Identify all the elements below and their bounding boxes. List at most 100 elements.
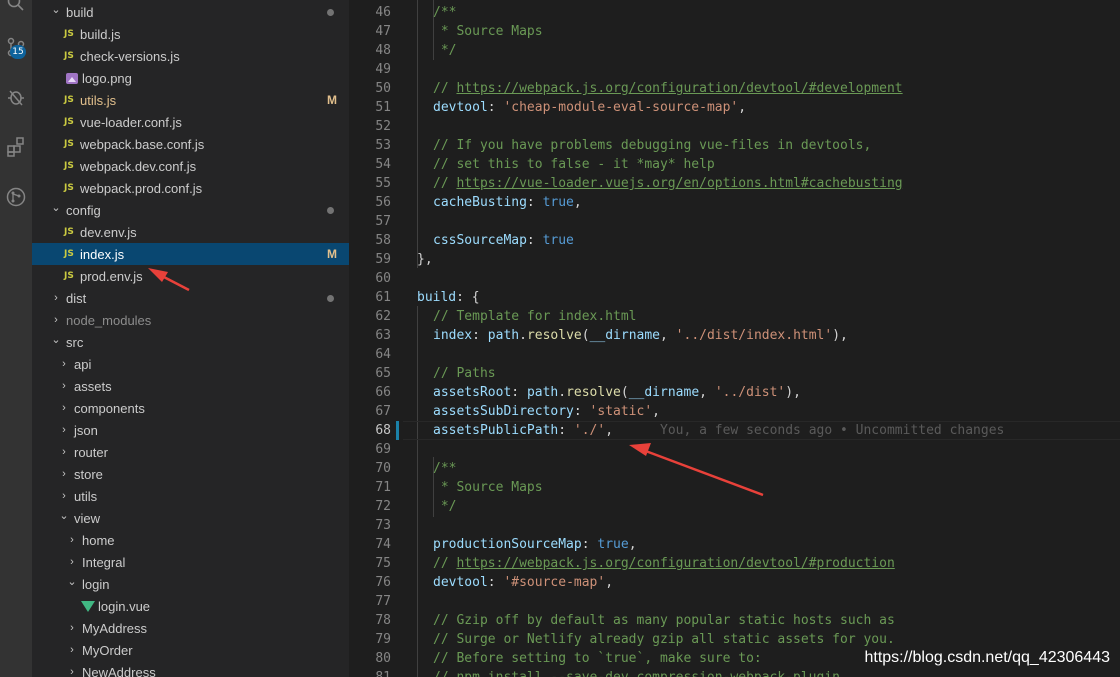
code-line[interactable]: 75 // https://webpack.js.org/configuratio… (349, 554, 1120, 573)
code-token: assetsRoot (433, 385, 512, 400)
code-line[interactable]: 71 * Source Maps (349, 478, 1120, 497)
code-line[interactable]: 52 (349, 117, 1120, 136)
code-line[interactable]: 65 // Paths (349, 364, 1120, 383)
chevron-right-icon[interactable]: › (66, 661, 78, 677)
code-line[interactable]: 81 // npm install --save-dev compression-… (349, 668, 1120, 677)
tree-folder[interactable]: › assets (32, 375, 349, 397)
code-line[interactable]: 64 (349, 345, 1120, 364)
chevron-right-icon[interactable]: › (58, 419, 70, 441)
tree-file[interactable]: login.vue (32, 595, 349, 617)
code-line[interactable]: 54 // set this to false - it *may* help (349, 155, 1120, 174)
tree-folder[interactable]: › NewAddress (32, 661, 349, 677)
code-line[interactable]: 69 (349, 440, 1120, 459)
tree-file[interactable]: JS webpack.dev.conf.js (32, 155, 349, 177)
tree-file[interactable]: JS webpack.prod.conf.js (32, 177, 349, 199)
code-line[interactable]: 77 (349, 592, 1120, 611)
code-line[interactable]: 51 devtool: 'cheap-module-eval-source-map… (349, 98, 1120, 117)
code-text: devtool: 'cheap-module-eval-source-map', (433, 98, 746, 117)
search-icon[interactable] (0, 0, 32, 20)
code-line[interactable]: 72 */ (349, 497, 1120, 516)
tree-folder[interactable]: › Integral (32, 551, 349, 573)
code-token: ( (620, 385, 629, 400)
extensions-icon[interactable] (0, 130, 32, 164)
code-token: , (573, 195, 582, 210)
chevron-right-icon[interactable]: › (58, 375, 70, 397)
git-graph-icon[interactable] (0, 180, 32, 214)
chevron-down-icon[interactable]: ⌄ (50, 196, 62, 218)
tree-file[interactable]: JS prod.env.js (32, 265, 349, 287)
line-number: 64 (375, 347, 391, 362)
code-line[interactable]: 67 assetsSubDirectory: 'static', (349, 402, 1120, 421)
tree-folder[interactable]: › dist (32, 287, 349, 309)
chevron-right-icon[interactable]: › (58, 353, 70, 375)
tree-folder[interactable]: ⌄ view (32, 507, 349, 529)
tree-folder[interactable]: ⌄ login (32, 573, 349, 595)
chevron-right-icon[interactable]: › (50, 287, 62, 309)
tree-folder[interactable]: › MyOrder (32, 639, 349, 661)
tree-file[interactable]: JS index.js M (32, 243, 349, 265)
tree-file[interactable]: JS dev.env.js (32, 221, 349, 243)
chevron-right-icon[interactable]: › (58, 397, 70, 419)
code-line[interactable]: 62 // Template for index.html (349, 307, 1120, 326)
changes-dot-icon (327, 295, 334, 302)
tree-folder[interactable]: › store (32, 463, 349, 485)
tree-file[interactable]: JS check-versions.js (32, 45, 349, 67)
code-line[interactable]: 48 */ (349, 41, 1120, 60)
chevron-down-icon[interactable]: ⌄ (50, 328, 62, 350)
code-line[interactable]: 53 // If you have problems debugging vue-… (349, 136, 1120, 155)
tree-folder[interactable]: ⌄ src (32, 331, 349, 353)
tree-file[interactable]: JS vue-loader.conf.js (32, 111, 349, 133)
source-control-icon[interactable]: 15 (0, 30, 32, 64)
chevron-down-icon[interactable]: ⌄ (58, 504, 70, 526)
tree-file[interactable]: JS build.js (32, 23, 349, 45)
tree-folder[interactable]: › MyAddress (32, 617, 349, 639)
line-number: 57 (375, 214, 391, 229)
code-line[interactable]: 47 * Source Maps (349, 22, 1120, 41)
tree-folder[interactable]: › router (32, 441, 349, 463)
code-line[interactable]: 50 // https://webpack.js.org/configuratio… (349, 79, 1120, 98)
tree-folder[interactable]: ⌄ config (32, 199, 349, 221)
chevron-right-icon[interactable]: › (66, 639, 78, 661)
code-editor[interactable]: 46/** 47 * Source Maps 48 */49 50// https:/… (349, 0, 1120, 677)
code-text: assetsSubDirectory: 'static', (433, 402, 660, 421)
tree-folder[interactable]: ⌄ build (32, 1, 349, 23)
line-number: 56 (375, 195, 391, 210)
code-line[interactable]: 79 // Surge or Netlify already gzip all s… (349, 630, 1120, 649)
tree-file[interactable]: JS webpack.base.conf.js (32, 133, 349, 155)
chevron-right-icon[interactable]: › (58, 441, 70, 463)
line-number: 67 (375, 404, 391, 419)
code-line[interactable]: 70 /** (349, 459, 1120, 478)
tree-file[interactable]: JS utils.js M (32, 89, 349, 111)
code-token: , (628, 537, 637, 552)
code-line[interactable]: 55 // https://vue-loader.vuejs.org/en/opt… (349, 174, 1120, 193)
tree-folder[interactable]: › home (32, 529, 349, 551)
code-line[interactable]: 68 assetsPublicPath: './', You, a few sec… (349, 421, 1120, 440)
code-line[interactable]: 61 build: { (349, 288, 1120, 307)
tree-folder[interactable]: › api (32, 353, 349, 375)
code-line[interactable]: 59}, (349, 250, 1120, 269)
code-line[interactable]: 66 assetsRoot: path.resolve(__dirname, '.… (349, 383, 1120, 402)
code-line[interactable]: 78 // Gzip off by default as many popular… (349, 611, 1120, 630)
code-line[interactable]: 46 /** (349, 3, 1120, 22)
code-line[interactable]: 74 productionSourceMap: true, (349, 535, 1120, 554)
chevron-down-icon[interactable]: ⌄ (66, 570, 78, 592)
code-line[interactable]: 60 (349, 269, 1120, 288)
code-line[interactable]: 63 index: path.resolve(__dirname, '../dis… (349, 326, 1120, 345)
tree-folder[interactable]: › json (32, 419, 349, 441)
tree-file[interactable]: logo.png (32, 67, 349, 89)
chevron-down-icon[interactable]: ⌄ (50, 0, 62, 20)
code-line[interactable]: 58 cssSourceMap: true (349, 231, 1120, 250)
code-line[interactable]: 73 (349, 516, 1120, 535)
code-line[interactable]: 76 devtool: '#source-map', (349, 573, 1120, 592)
chevron-right-icon[interactable]: › (66, 529, 78, 551)
tree-folder[interactable]: › utils (32, 485, 349, 507)
tree-folder[interactable]: › components (32, 397, 349, 419)
code-line[interactable]: 57 (349, 212, 1120, 231)
tree-folder[interactable]: › node_modules (32, 309, 349, 331)
code-token: * Source Maps (433, 24, 543, 39)
code-line[interactable]: 49 (349, 60, 1120, 79)
code-line[interactable]: 56 cacheBusting: true, (349, 193, 1120, 212)
chevron-right-icon[interactable]: › (66, 617, 78, 639)
chevron-right-icon[interactable]: › (58, 463, 70, 485)
debug-icon[interactable] (0, 80, 32, 114)
